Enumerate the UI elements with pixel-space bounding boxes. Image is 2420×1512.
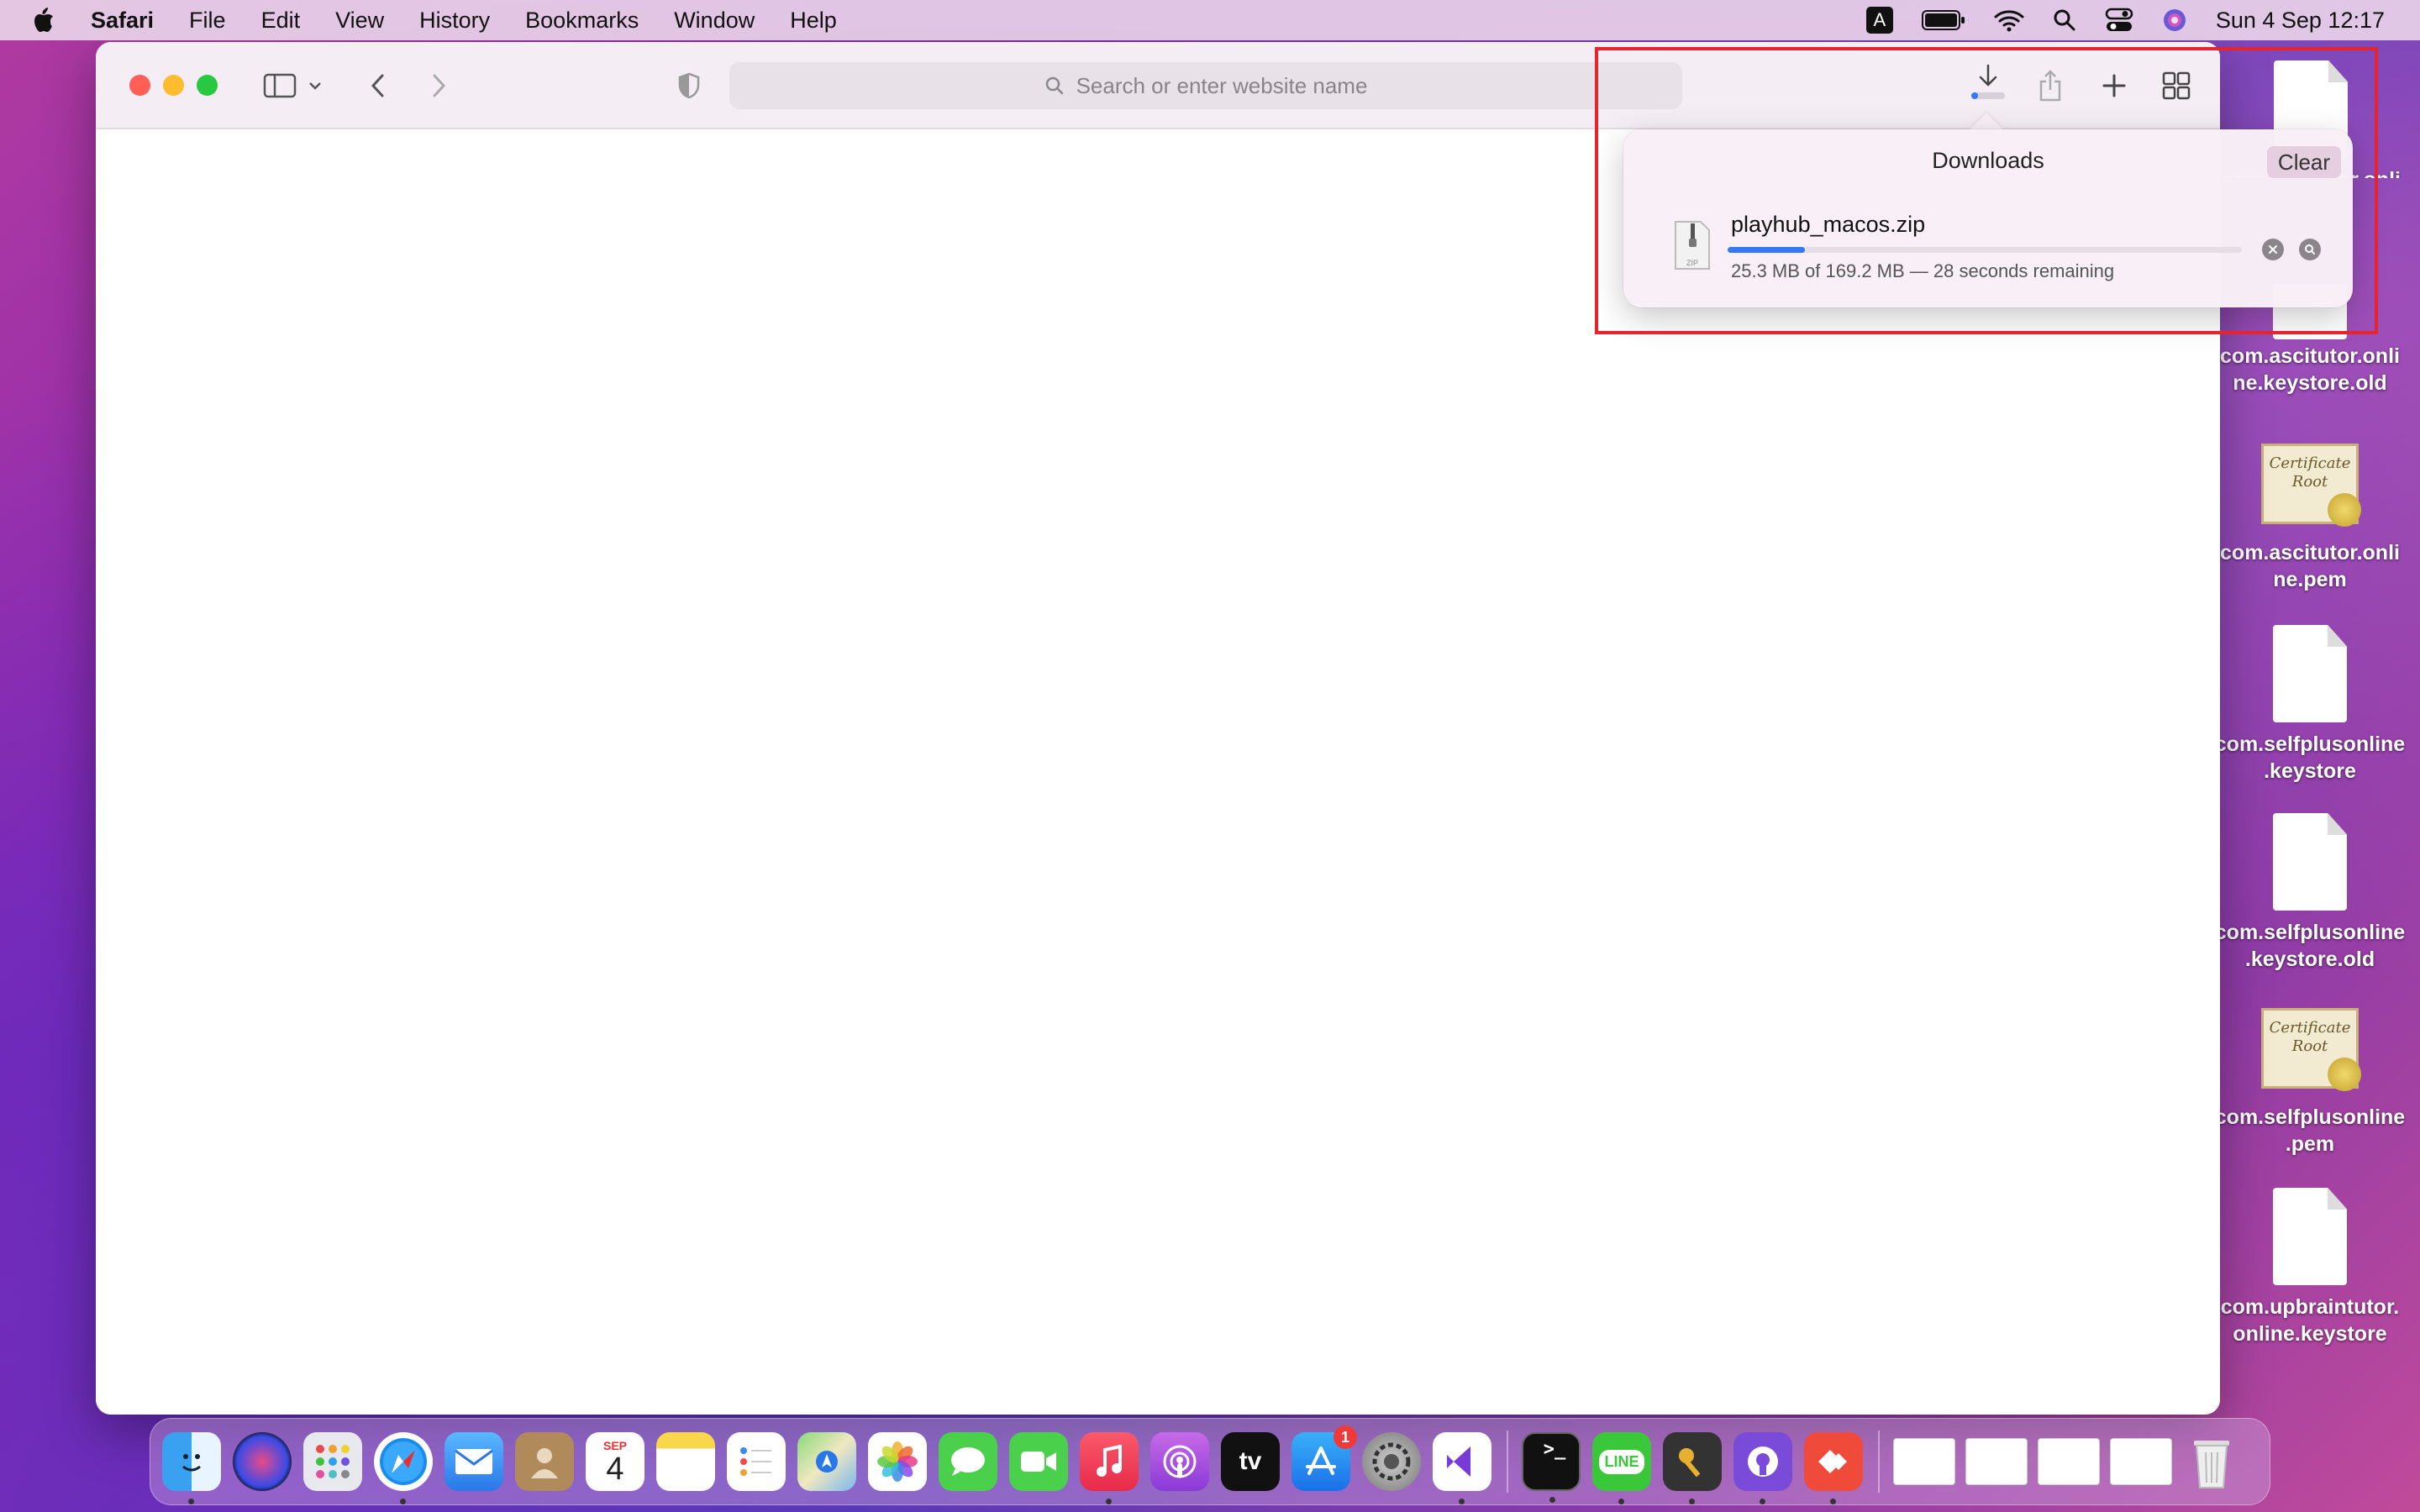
running-indicator <box>1760 1499 1765 1504</box>
running-indicator <box>188 1499 194 1504</box>
input-source-icon[interactable]: A <box>1865 7 1893 34</box>
minimize-window-button[interactable] <box>163 75 184 96</box>
menu-window[interactable]: Window <box>674 8 755 34</box>
address-placeholder: Search or enter website name <box>1076 72 1368 98</box>
menu-app-safari[interactable]: Safari <box>91 8 154 34</box>
menu-bar: Safari File Edit View History Bookmarks … <box>0 0 2420 40</box>
sidebar-toggle-icon[interactable] <box>259 67 301 104</box>
address-bar[interactable]: Search or enter website name <box>729 62 1682 109</box>
safari-app-icon[interactable] <box>374 1432 433 1504</box>
desktop-icon-selfplusonline-keystore[interactable]: com.selfplusonline .keystore <box>2213 625 2407 785</box>
music-icon[interactable] <box>1080 1432 1139 1504</box>
mail-icon[interactable] <box>445 1432 503 1491</box>
running-indicator <box>400 1499 406 1504</box>
messages-icon[interactable] <box>939 1432 997 1491</box>
highlight-box <box>1595 47 2378 334</box>
dock-separator <box>1878 1431 1880 1493</box>
line-icon[interactable]: LINE <box>1592 1432 1651 1504</box>
desktop-icon-label: com.selfplusonline .pem <box>2214 1105 2406 1156</box>
minimized-window-thumbnail[interactable] <box>1965 1438 2028 1485</box>
zoom-window-button[interactable] <box>197 75 218 96</box>
photos-icon[interactable] <box>868 1432 927 1491</box>
running-indicator <box>1106 1499 1112 1504</box>
spotlight-icon[interactable] <box>2053 8 2076 32</box>
dock-separator <box>1507 1431 1508 1493</box>
menu-edit[interactable]: Edit <box>261 8 301 34</box>
apple-menu-icon[interactable] <box>30 6 55 34</box>
trash-icon[interactable] <box>2182 1432 2241 1491</box>
app-store-badge: 1 <box>1334 1425 1357 1449</box>
certificate-icon: Certificate Root <box>2261 444 2361 527</box>
forward-button[interactable] <box>420 67 457 104</box>
finder-icon[interactable] <box>162 1432 221 1504</box>
certificate-art-text: Certificate Root <box>2269 454 2351 491</box>
menu-clock[interactable]: Sun 4 Sep 12:17 <box>2216 8 2385 34</box>
running-indicator <box>1549 1497 1555 1503</box>
notes-icon[interactable] <box>656 1432 715 1491</box>
desktop-icon-selfplusonline-pem[interactable]: Certificate Root com.selfplusonline .pem <box>2213 1008 2407 1158</box>
desktop-icon-selfplusonline-keystore-old[interactable]: com.selfplusonline .keystore.old <box>2213 813 2407 973</box>
facetime-icon[interactable] <box>1009 1432 1068 1491</box>
running-indicator <box>1459 1499 1465 1504</box>
menu-file[interactable]: File <box>189 8 226 34</box>
desktop-icon-upbraintutor-keystore[interactable]: com.upbraintutor. online.keystore <box>2213 1188 2407 1347</box>
chevron-down-icon[interactable] <box>302 67 328 104</box>
contacts-icon[interactable] <box>515 1432 574 1491</box>
running-indicator <box>1689 1499 1695 1504</box>
line-label: LINE <box>1599 1449 1644 1474</box>
visual-studio-icon[interactable] <box>1433 1432 1491 1504</box>
calendar-icon[interactable]: SEP 4 <box>586 1432 644 1491</box>
apple-tv-icon[interactable]: tv <box>1221 1432 1280 1491</box>
control-center-icon[interactable] <box>2105 8 2133 33</box>
terminal-icon[interactable]: >_ <box>1522 1432 1581 1503</box>
desktop-icon-label: com.selfplusonline .keystore.old <box>2214 921 2406 971</box>
menu-view[interactable]: View <box>335 8 384 34</box>
system-preferences-icon[interactable] <box>1362 1432 1421 1491</box>
minimized-window-thumbnail[interactable] <box>1893 1438 1955 1485</box>
running-indicator <box>1830 1499 1836 1504</box>
maps-icon[interactable] <box>797 1432 856 1491</box>
close-window-button[interactable] <box>129 75 150 96</box>
desktop-icon-label: com.selfplusonline .keystore <box>2214 732 2406 783</box>
github-desktop-icon[interactable] <box>1733 1432 1792 1504</box>
siri-app-icon[interactable] <box>233 1432 292 1491</box>
minimized-window-thumbnail[interactable] <box>2038 1438 2100 1485</box>
seal-icon <box>2328 1058 2361 1091</box>
reminders-icon[interactable] <box>727 1432 786 1491</box>
keychain-icon[interactable] <box>1663 1432 1722 1504</box>
back-button[interactable] <box>360 67 397 104</box>
desktop-icon-label: com.ascitutor.onli ne.pem <box>2220 541 2400 591</box>
dock: SEP 4 tv 1 >_ LINE <box>150 1418 2270 1505</box>
menu-history[interactable]: History <box>419 8 490 34</box>
anydesk-icon[interactable] <box>1804 1432 1863 1504</box>
document-icon <box>2273 625 2347 722</box>
battery-icon[interactable] <box>1921 9 1965 31</box>
desktop-icon-label: com.upbraintutor. online.keystore <box>2220 1295 2400 1346</box>
tv-label: tv <box>1239 1447 1262 1475</box>
document-icon <box>2273 1188 2347 1285</box>
menu-bookmarks[interactable]: Bookmarks <box>525 8 639 34</box>
search-icon <box>1045 76 1063 95</box>
desktop-icon-label: com.ascitutor.onli ne.keystore.old <box>2220 344 2400 395</box>
document-icon <box>2273 813 2347 911</box>
menu-help[interactable]: Help <box>790 8 837 34</box>
app-store-icon[interactable]: 1 <box>1292 1425 1357 1491</box>
desktop-icon-ascitutor-pem[interactable]: Certificate Root com.ascitutor.onli ne.p… <box>2213 444 2407 593</box>
siri-icon[interactable] <box>2162 8 2187 33</box>
seal-icon <box>2328 493 2361 527</box>
launchpad-icon[interactable] <box>303 1432 362 1491</box>
wifi-icon[interactable] <box>1994 8 2024 32</box>
running-indicator <box>1618 1499 1624 1504</box>
podcasts-icon[interactable] <box>1150 1432 1209 1491</box>
privacy-shield-icon[interactable] <box>671 67 708 104</box>
calendar-month: SEP <box>602 1439 627 1452</box>
certificate-icon: Certificate Root <box>2261 1008 2361 1091</box>
certificate-art-text: Certificate Root <box>2269 1019 2351 1055</box>
calendar-day: 4 <box>606 1452 624 1487</box>
terminal-label: >_ <box>1543 1439 1566 1460</box>
minimized-window-thumbnail[interactable] <box>2110 1438 2172 1485</box>
